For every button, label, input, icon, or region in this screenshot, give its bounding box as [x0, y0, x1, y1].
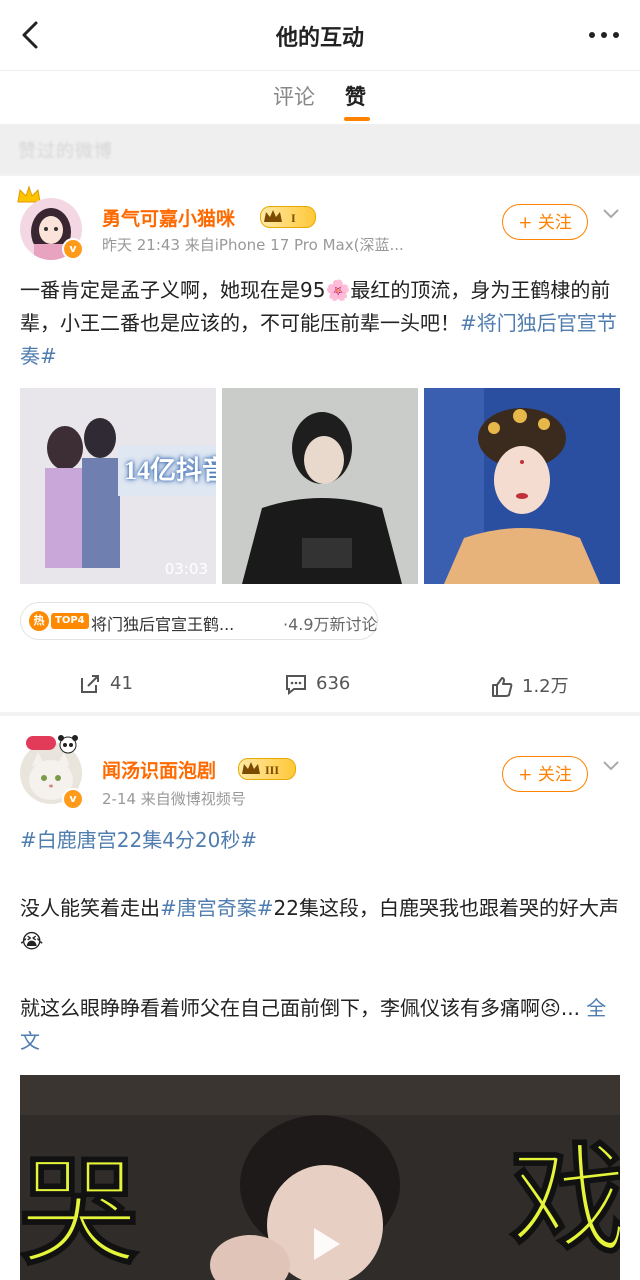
- hot-topic-title: 将门独后官宣王鹤...: [91, 615, 235, 634]
- hot-topic-bar[interactable]: 热 TOP4 将门独后官宣王鹤... ·4.9万新讨论: [20, 602, 378, 640]
- comment-button[interactable]: 636: [284, 672, 350, 696]
- topic-link[interactable]: #白鹿唐宫22集4分20秒#: [20, 824, 620, 857]
- chevron-down-icon[interactable]: [600, 202, 622, 224]
- video-overlay-text: 哭: [20, 1143, 139, 1280]
- post-text-part: 一番肯定是孟子义啊，她现在是95: [20, 278, 326, 302]
- follow-button[interactable]: + 关注: [502, 204, 588, 240]
- play-icon[interactable]: [300, 1220, 348, 1268]
- tab-comments[interactable]: 评论: [273, 81, 315, 111]
- post-video[interactable]: 哭 戏: [20, 1075, 620, 1280]
- video-duration: 03:03: [164, 560, 208, 578]
- avatar-badge-icon: [26, 736, 56, 750]
- username[interactable]: 勇气可嘉小猫咪: [102, 204, 235, 231]
- post-image[interactable]: [222, 388, 418, 584]
- like-button[interactable]: 1.2万: [490, 672, 569, 699]
- page-title: 他的互动: [275, 26, 364, 51]
- rank-badge: TOP4: [51, 613, 89, 629]
- thumbnail-overlay-text: 14亿抖音: [124, 456, 216, 485]
- post-card: v 闻汤识面泡剧 III 2-14 来自微博视频号 + 关注 #白鹿唐宫22集4…: [0, 716, 640, 1280]
- post-paragraph: 就这么眼睁睁看着师父在自己面前倒下，李佩仪该有多痛啊😣... 全文: [20, 992, 620, 1058]
- username[interactable]: 闻汤识面泡剧: [102, 756, 216, 783]
- ellipsis: ...: [560, 996, 580, 1020]
- repost-count: 41: [110, 673, 133, 694]
- post-text-part: 就这么眼睁睁看着师父在自己面前倒下，李佩仪该有多痛啊: [20, 996, 540, 1020]
- more-dots-icon[interactable]: [586, 22, 622, 48]
- repost-icon: [81, 675, 99, 693]
- post-text: 一番肯定是孟子义啊，她现在是95🌸最红的顶流，身为王鹤棣的前辈，小王二番也是应该…: [20, 274, 620, 373]
- thumbs-up-icon: [492, 677, 513, 697]
- level-text: I: [291, 211, 296, 225]
- post-meta: 2-14 来自微博视频号: [102, 790, 246, 808]
- post-card: v 勇气可嘉小猫咪 I 昨天 21:43 来自iPhone 17 Pro Max…: [0, 176, 640, 712]
- video-overlay-text: 戏: [509, 1131, 620, 1269]
- level-text: III: [265, 763, 279, 777]
- post-video-thumbnail[interactable]: 14亿抖音 03:03: [20, 388, 216, 584]
- verified-badge-icon: v: [62, 788, 84, 810]
- hot-topic-count: ·4.9万新讨论: [283, 615, 378, 634]
- section-header: 赞过的微博: [0, 124, 640, 174]
- persevering-emoji-icon: 😣: [540, 996, 561, 1020]
- level-badge: III: [238, 758, 296, 780]
- follow-button[interactable]: + 关注: [502, 756, 588, 792]
- comment-count: 636: [316, 673, 351, 694]
- chevron-down-icon[interactable]: [600, 754, 622, 776]
- comment-icon: [286, 675, 306, 696]
- tab-likes[interactable]: 赞: [345, 81, 366, 111]
- post-paragraph: 没人能笑着走出#唐宫奇案#22集这段，白鹿哭我也跟着哭的好大声 😭: [20, 892, 620, 958]
- flower-emoji-icon: 🌸: [325, 278, 351, 302]
- post-image[interactable]: [424, 388, 620, 584]
- panda-icon: [58, 735, 78, 754]
- verified-badge-icon: v: [62, 238, 84, 260]
- post-meta: 昨天 21:43 来自iPhone 17 Pro Max(深蓝...: [102, 236, 404, 254]
- repost-button[interactable]: 41: [78, 672, 133, 696]
- topic-link[interactable]: #唐宫奇案#: [160, 896, 274, 920]
- like-count: 1.2万: [522, 676, 569, 697]
- top-bar: 他的互动: [0, 0, 640, 70]
- crying-emoji-icon: 😭: [20, 929, 44, 953]
- section-header-text: 赞过的微博: [18, 141, 113, 162]
- post-text-part: 22集这段，白鹿哭我也跟着哭的好大声: [273, 896, 619, 920]
- active-tab-indicator: [344, 117, 370, 121]
- level-badge: I: [260, 206, 316, 228]
- post-text-part: 没人能笑着走出: [20, 896, 160, 920]
- hot-icon: 热: [29, 611, 49, 631]
- tab-bar: 评论 赞: [0, 70, 640, 125]
